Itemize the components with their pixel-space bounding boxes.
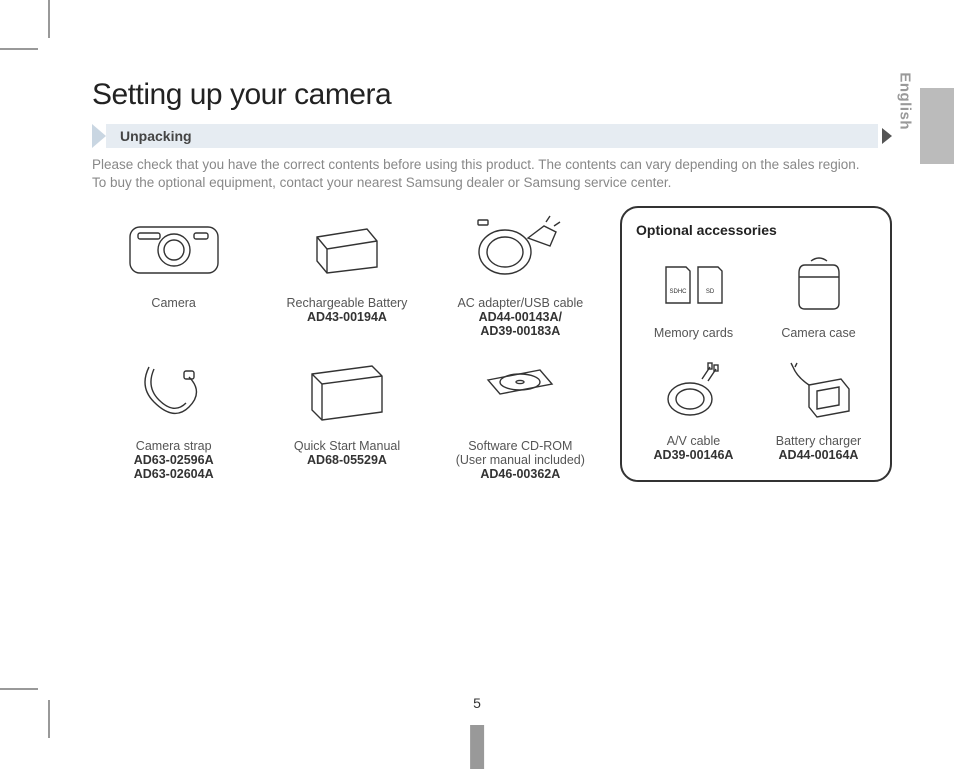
sd-card-icon: SDHC SD: [636, 248, 751, 322]
item-cdrom: Software CD-ROM (User manual included) A…: [439, 349, 602, 482]
opt-label: A/V cable: [636, 434, 751, 448]
av-cable-icon: [636, 356, 751, 430]
crop-mark: [48, 700, 50, 738]
camera-icon: [92, 206, 255, 292]
crop-mark: [48, 0, 50, 38]
opt-part: AD39-00146A: [636, 448, 751, 462]
item-battery: Rechargeable Battery AD43-00194A: [265, 206, 428, 339]
opt-label: Memory cards: [636, 326, 751, 340]
page-content: Setting up your camera Unpacking Please …: [92, 78, 892, 482]
opt-av-cable: A/V cable AD39-00146A: [636, 356, 751, 462]
intro-text: Please check that you have the correct c…: [92, 156, 892, 192]
case-icon: [761, 248, 876, 322]
item-manual: Quick Start Manual AD68-05529A: [265, 349, 428, 482]
item-part: AD39-00183A: [439, 324, 602, 338]
item-part: AD43-00194A: [265, 310, 428, 324]
item-label: Rechargeable Battery: [265, 296, 428, 310]
arrow-right-icon: [882, 128, 892, 144]
opt-camera-case: Camera case: [761, 248, 876, 340]
page-number: 5: [473, 695, 481, 711]
opt-memory-cards: SDHC SD Memory cards: [636, 248, 751, 340]
section-bar-body: [106, 124, 878, 148]
arrow-left-icon: [92, 124, 106, 148]
ac-adapter-icon: [439, 206, 602, 292]
item-part: AD63-02596A: [92, 453, 255, 467]
page-title: Setting up your camera: [92, 78, 892, 112]
charger-icon: [761, 356, 876, 430]
intro-line: To buy the optional equipment, contact y…: [92, 175, 671, 190]
svg-text:SD: SD: [705, 289, 714, 295]
crop-mark: [0, 688, 38, 690]
side-index-tab: [920, 88, 954, 164]
manual-icon: [265, 349, 428, 435]
item-part: AD46-00362A: [439, 467, 602, 481]
optional-accessories-box: Optional accessories SDHC SD Memory card…: [620, 206, 892, 482]
included-grid: Camera Rechargeable Battery AD43-00194A: [92, 206, 602, 482]
content-row: Camera Rechargeable Battery AD43-00194A: [92, 206, 892, 482]
section-header-bar: Unpacking: [92, 124, 892, 148]
page-thumb-tab: [470, 725, 484, 769]
svg-text:SDHC: SDHC: [669, 289, 687, 295]
section-label: Unpacking: [120, 124, 192, 148]
language-tab: English: [897, 72, 914, 130]
item-camera: Camera: [92, 206, 255, 339]
optional-title: Optional accessories: [636, 222, 876, 238]
item-part: AD63-02604A: [92, 467, 255, 481]
item-strap: Camera strap AD63-02596A AD63-02604A: [92, 349, 255, 482]
item-sub: (User manual included): [439, 453, 602, 467]
opt-battery-charger: Battery charger AD44-00164A: [761, 356, 876, 462]
intro-line: Please check that you have the correct c…: [92, 157, 859, 172]
page-footer: 5: [473, 695, 481, 711]
opt-label: Camera case: [761, 326, 876, 340]
item-label: Software CD-ROM: [439, 439, 602, 453]
crop-mark: [0, 48, 38, 50]
item-adapter: AC adapter/USB cable AD44-00143A/ AD39-0…: [439, 206, 602, 339]
item-label: AC adapter/USB cable: [439, 296, 602, 310]
item-label: Camera strap: [92, 439, 255, 453]
item-label: Camera: [92, 296, 255, 310]
item-label: Quick Start Manual: [265, 439, 428, 453]
item-part: AD68-05529A: [265, 453, 428, 467]
item-part: AD44-00143A/: [439, 310, 602, 324]
opt-part: AD44-00164A: [761, 448, 876, 462]
battery-icon: [265, 206, 428, 292]
optional-grid: SDHC SD Memory cards Camera ca: [636, 248, 876, 462]
opt-label: Battery charger: [761, 434, 876, 448]
cd-icon: [439, 349, 602, 435]
strap-icon: [92, 349, 255, 435]
